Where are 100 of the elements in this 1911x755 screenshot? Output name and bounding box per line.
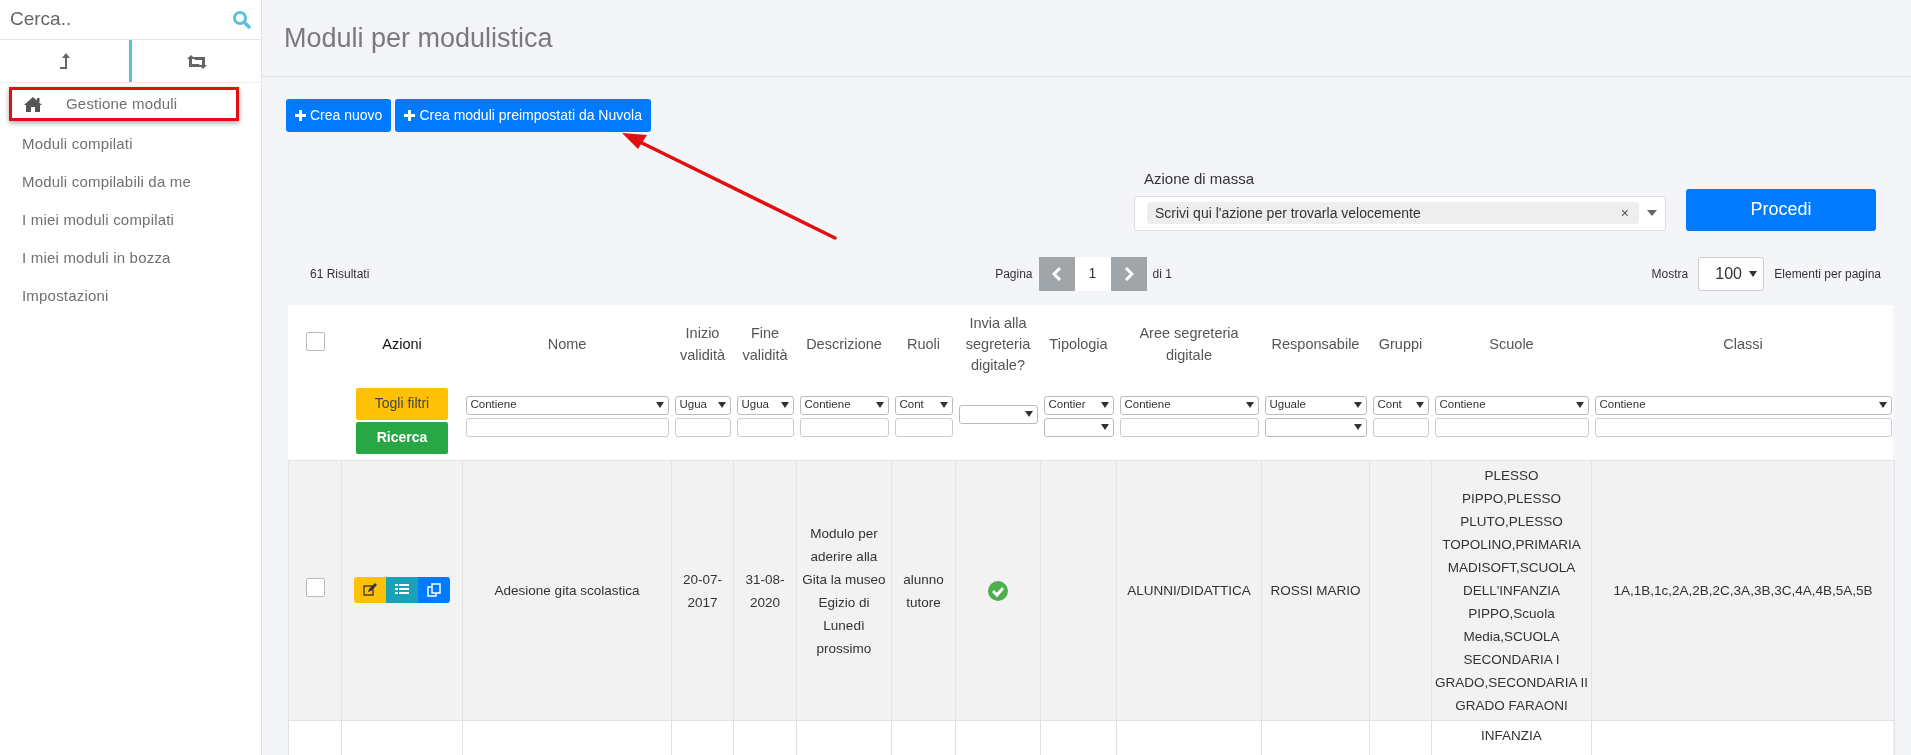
filter-input[interactable] xyxy=(1372,417,1429,437)
chevron-right-icon xyxy=(1123,266,1134,281)
filter-select[interactable]: Contiene xyxy=(1434,395,1589,415)
caret-icon xyxy=(780,402,789,408)
caret-icon xyxy=(939,402,948,408)
duplicate-button[interactable] xyxy=(418,577,450,603)
table-cell: ROSSI MARIO xyxy=(1270,583,1361,598)
results-count: 61 Risultati xyxy=(310,265,370,283)
selected-value: Scrivi qui l'azione per trovarla velocemente xyxy=(1155,203,1421,223)
filter-input[interactable] xyxy=(465,417,669,437)
next-page-button[interactable] xyxy=(1110,256,1147,291)
page-title: Moduli per modulistica xyxy=(284,21,553,55)
filter-select[interactable]: Contiene xyxy=(465,395,669,415)
filter-input[interactable] xyxy=(1434,417,1589,437)
filter-select[interactable]: Ugua xyxy=(736,395,794,415)
column-header: Invia alla segreteria digitale? xyxy=(965,314,1031,373)
filter-input[interactable] xyxy=(1594,417,1892,437)
caret-icon xyxy=(1575,402,1584,408)
row-checkbox[interactable] xyxy=(305,577,325,597)
column-header: Responsabile xyxy=(1271,336,1360,352)
filter-select[interactable]: Cont xyxy=(894,395,953,415)
field-label: Azione di massa xyxy=(1144,169,1256,189)
create-button[interactable]: Crea nuovo xyxy=(286,99,392,132)
caret-icon xyxy=(717,402,726,408)
checkbox[interactable] xyxy=(305,332,325,351)
filter-select[interactable]: Contiene xyxy=(1119,395,1259,415)
caret-icon xyxy=(1100,402,1109,408)
table-cell: 20-07-2017 xyxy=(683,571,722,610)
column-header: Classi xyxy=(1723,336,1763,352)
clear-filters-button[interactable]: Togli filtri xyxy=(356,387,448,420)
filter-select[interactable]: Contier xyxy=(1043,395,1114,415)
filter-select[interactable]: Ugua xyxy=(674,395,731,415)
filter-input[interactable] xyxy=(674,417,731,437)
arrow-up-icon xyxy=(57,52,72,70)
column-header: Azioni xyxy=(382,336,422,352)
page-size-label: Mostra xyxy=(1651,265,1689,283)
caret-icon xyxy=(1100,424,1109,430)
filter-select[interactable]: Contiene xyxy=(1594,395,1892,415)
table-cell: PLESSO PIPPO,PLESSO PLUTO,PLESSO TOPOLINO,PRIMARIA MADISOFT,SCUOLA DELL'INFANZIA PIPPO,Scuola Media,SCUOLA SECONDARIA I GRADO,SECONDARIA II GRADO FARAONI xyxy=(1435,468,1588,713)
plus-icon xyxy=(404,110,416,121)
table-cell: Adesione gita scolastica xyxy=(494,583,640,598)
sidebar-item[interactable]: Impostazioni xyxy=(0,277,261,315)
column-header: Scuole xyxy=(1489,336,1534,352)
page-label: Pagina xyxy=(995,265,1033,283)
proceed-button[interactable]: Procedi xyxy=(1686,188,1876,231)
caret-icon xyxy=(1878,402,1887,408)
sidebar-item[interactable]: Moduli compilabili da me xyxy=(0,163,261,201)
clear-button[interactable]: × xyxy=(1620,202,1629,224)
caret-icon xyxy=(1749,270,1758,277)
column-header: Nome xyxy=(547,336,587,352)
caret-icon xyxy=(1024,411,1033,417)
filter-select[interactable]: Uguale xyxy=(1264,395,1367,415)
table-cell: 1A,1B,1c,2A,2B,2C,3A,3B,3C,4A,4B,5A,5B xyxy=(1613,583,1873,598)
filter-input[interactable] xyxy=(799,417,889,437)
page-size-suffix: Elementi per pagina xyxy=(1774,265,1881,283)
column-header: Ruoli xyxy=(906,336,940,352)
filter-input[interactable] xyxy=(894,417,953,437)
column-header: Tipologia xyxy=(1049,336,1108,352)
column-header: Descrizione xyxy=(806,336,882,352)
sidebar-item[interactable]: I miei moduli in bozza xyxy=(0,239,261,277)
repeat-icon xyxy=(185,52,208,70)
list-icon xyxy=(395,583,409,597)
table-cell: ALUNNI/DIDATTICA xyxy=(1127,583,1251,598)
filter-select[interactable] xyxy=(1264,417,1367,437)
caret-icon xyxy=(655,402,664,408)
sidebar-item[interactable]: Gestione moduli xyxy=(9,87,239,121)
edit-icon xyxy=(363,583,377,597)
table-cell: alunno tutore xyxy=(903,571,944,610)
column-header: Gruppi xyxy=(1378,336,1423,352)
mass-action-select[interactable]: Scrivi qui l'azione per trovarla velocemente × xyxy=(1134,195,1666,231)
filter-select[interactable] xyxy=(1043,417,1114,437)
home-icon xyxy=(24,96,42,112)
table-cell: 31-08-2020 xyxy=(745,571,785,610)
create-button[interactable]: Crea moduli preimpostati da Nuvola xyxy=(395,99,651,132)
filter-select[interactable]: Contiene xyxy=(799,395,889,415)
caret-icon xyxy=(875,402,884,408)
filter-select[interactable] xyxy=(958,404,1038,424)
page-total: di 1 xyxy=(1152,265,1172,283)
column-header: Fine validità xyxy=(742,325,788,363)
chevron-left-icon xyxy=(1051,266,1062,281)
filter-input[interactable] xyxy=(1119,417,1259,437)
previous-page-button[interactable] xyxy=(1038,256,1075,291)
caret-icon xyxy=(1353,402,1362,408)
caret-icon xyxy=(1245,402,1254,408)
filter-select[interactable]: Cont xyxy=(1372,395,1429,415)
caret-icon xyxy=(1647,210,1657,216)
caret-icon xyxy=(1415,402,1424,408)
copy-icon xyxy=(427,583,441,597)
table-cell: Modulo per aderire alla Gita la museo Egizio di Lunedì prossimo xyxy=(802,525,886,656)
sidebar-item[interactable]: Moduli compilati xyxy=(0,125,261,163)
edit-button[interactable] xyxy=(354,577,386,603)
page-size-select[interactable]: 100 xyxy=(1698,256,1765,291)
filter-input[interactable] xyxy=(736,417,794,437)
page-input[interactable]: 1 xyxy=(1074,256,1111,291)
sidebar-item[interactable]: I miei moduli compilati xyxy=(0,201,261,239)
column-header: Inizio validità xyxy=(679,325,726,363)
column-header: Aree segreteria digitale xyxy=(1139,325,1239,363)
search-field[interactable]: Cerca.. xyxy=(8,4,232,35)
caret-icon xyxy=(1353,424,1362,430)
plus-icon xyxy=(295,110,306,121)
